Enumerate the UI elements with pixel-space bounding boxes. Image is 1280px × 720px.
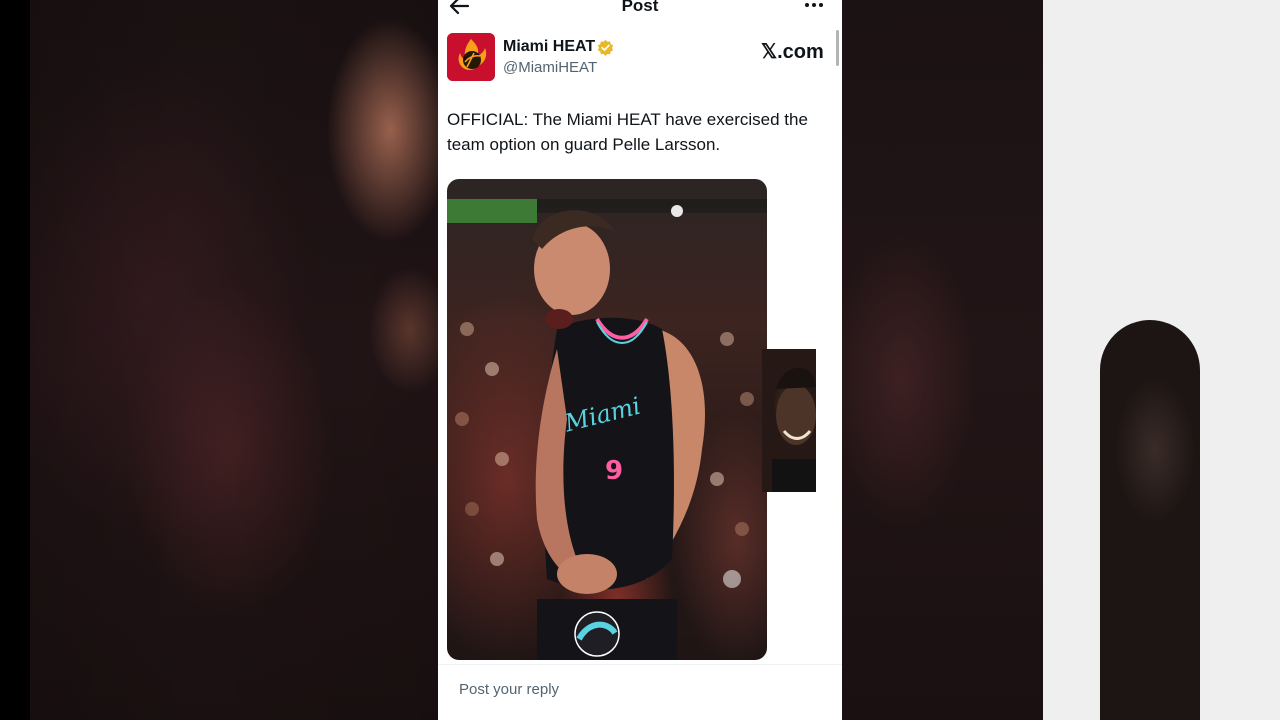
verified-badge-icon bbox=[597, 39, 614, 56]
reply-input[interactable]: Post your reply bbox=[449, 672, 833, 710]
svg-text:9: 9 bbox=[605, 456, 623, 486]
author-name[interactable]: Miami HEAT bbox=[503, 38, 595, 56]
top-bar: Post bbox=[438, 0, 842, 20]
background-blur-right bbox=[842, 0, 1043, 720]
scrollbar[interactable] bbox=[836, 30, 839, 66]
more-horizontal-icon[interactable] bbox=[804, 0, 824, 12]
player-photo: Miami 9 bbox=[447, 199, 767, 660]
heat-logo-icon bbox=[447, 33, 495, 81]
author-handle[interactable]: @MiamiHEAT bbox=[503, 59, 597, 76]
post-text: OFFICIAL: The Miami HEAT have exercised … bbox=[447, 110, 808, 154]
background-blur-left-overlay bbox=[30, 0, 438, 720]
person-photo bbox=[772, 367, 816, 492]
next-image-thumbnail[interactable] bbox=[762, 349, 816, 492]
page-title: Post bbox=[621, 0, 659, 15]
background-photo-fragment bbox=[1100, 320, 1200, 720]
post-image[interactable]: Miami 9 bbox=[447, 179, 767, 660]
avatar[interactable] bbox=[447, 33, 495, 81]
source-label: 𝕏.com bbox=[761, 41, 824, 63]
